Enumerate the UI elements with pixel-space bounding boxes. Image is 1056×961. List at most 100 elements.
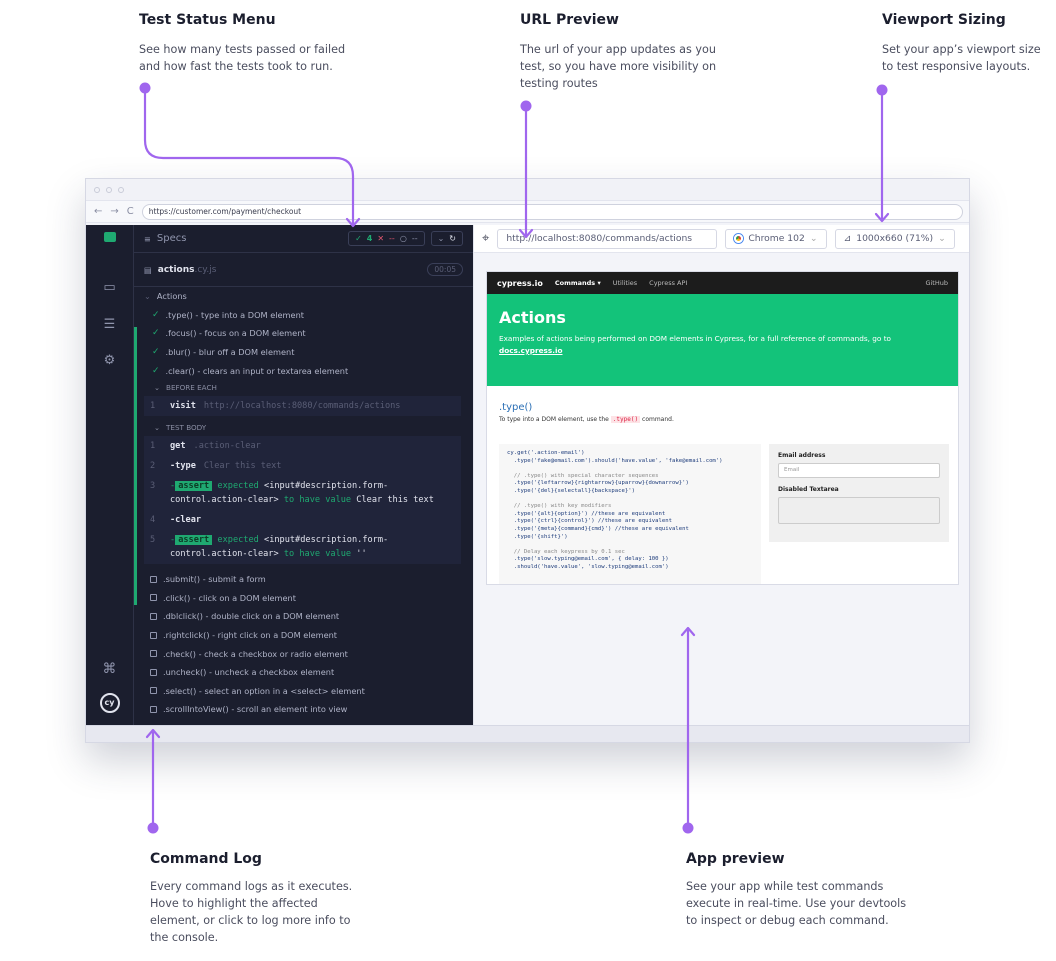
pending-square-icon	[150, 668, 157, 676]
pending-test-row[interactable]: .dblclick() - double click on a DOM elem…	[134, 607, 473, 626]
pending-test-row[interactable]: .check() - check a checkbox or radio ele…	[134, 644, 473, 663]
runner-controls: ⌄ ↻	[430, 231, 463, 246]
settings-icon[interactable]: ⚙	[86, 353, 133, 368]
chevron-down-icon[interactable]: ⌄	[438, 234, 445, 243]
status-menu-title: Test Status Menu	[139, 12, 276, 28]
nav-commands[interactable]: Commands ▾	[555, 279, 601, 287]
app-brand[interactable]: cypress.io	[497, 279, 543, 288]
rerun-icon[interactable]: ↻	[449, 234, 456, 243]
passed-check-icon: ✓	[355, 234, 362, 243]
pending-test-row[interactable]: .rightclick() - right click on a DOM ele…	[134, 626, 473, 645]
url-preview-title: URL Preview	[520, 12, 619, 28]
type-section: .type() To type into a DOM element, use …	[487, 386, 958, 423]
check-icon: ✓	[152, 365, 160, 376]
command-assert-1[interactable]: 3 - assert expected <input#description.fo…	[144, 475, 461, 510]
email-label: Email address	[778, 452, 826, 459]
command-get[interactable]: 1 get .action-clear	[144, 435, 461, 456]
assert-text-d: to have value	[283, 494, 352, 505]
test-body-header[interactable]: ⌄ TEST BODY	[134, 420, 473, 436]
code-line: .type('{meta}{command}{cmd}') //these ar…	[507, 525, 689, 532]
shortcuts-icon[interactable]: ⌘	[86, 661, 133, 677]
email-input[interactable]: Email	[778, 463, 940, 478]
spec-name[interactable]: actions.cy.js	[158, 265, 217, 275]
cypress-logo-icon[interactable]	[86, 231, 133, 246]
pending-test-row[interactable]: .scrollIntoView() - scroll an element in…	[134, 700, 473, 719]
nav-utilities[interactable]: Utilities	[613, 279, 637, 287]
nav-cypress-api[interactable]: Cypress API	[649, 279, 687, 287]
pending-test-row[interactable]: .click() - click on a DOM element	[134, 589, 473, 608]
pending-test-row[interactable]: .uncheck() - uncheck a checkbox element	[134, 663, 473, 682]
command-visit[interactable]: 1 visit http://localhost:8080/commands/act…	[144, 395, 461, 416]
back-arrow-icon[interactable]: ←	[94, 206, 102, 217]
app-preview-pane: ⌖ http://localhost:8080/commands/actions…	[473, 225, 969, 725]
app-iframe[interactable]: cypress.io Commands ▾ Utilities Cypress …	[486, 271, 959, 585]
assert-text-a: expected	[217, 480, 259, 491]
viewport-selector[interactable]: ⊿ 1000x660 (71%) ⌄	[834, 228, 955, 249]
nav-github[interactable]: GitHub	[925, 279, 948, 287]
command-log-desc-2: Hove to highlight the affected	[150, 897, 318, 910]
url-preview-desc-2: test, so you have more visibility on	[520, 60, 717, 73]
test-title: .blur() - blur off a DOM element	[165, 347, 295, 358]
passed-test-row[interactable]: ✓ .blur() - blur off a DOM element	[134, 343, 473, 362]
section-desc: To type into a DOM element, use the .typ…	[499, 416, 946, 423]
chevron-down-icon: ⌄	[809, 233, 818, 244]
passed-test-row[interactable]: ✓ .focus() - focus on a DOM element	[134, 324, 473, 343]
code-sample: cy.get('.action-email') .type('fake@emai…	[499, 444, 761, 584]
test-title: .scrollIntoView() - scroll an element in…	[163, 704, 348, 715]
status-dot	[139, 82, 151, 94]
code-line: .type('fake@email.com').should('have.val…	[507, 457, 723, 464]
cy-logo-icon[interactable]: cy	[86, 693, 133, 713]
command-type[interactable]: 2 -type Clear this text	[144, 455, 461, 476]
check-icon: ✓	[152, 309, 160, 320]
test-title: .dblclick() - double click on a DOM elem…	[163, 611, 340, 622]
section-title: .type()	[499, 402, 533, 413]
browser-selector[interactable]: Chrome 102 ⌄	[725, 228, 827, 249]
forward-arrow-icon[interactable]: →	[110, 206, 118, 217]
runner-header: ≡ Specs ✓ 4 ✕ -- ○ -- ⌄ ↻	[134, 225, 473, 253]
runs-icon[interactable]: ☰	[86, 317, 133, 332]
suite-row[interactable]: ⌄ Actions	[134, 287, 473, 306]
pending-test-row[interactable]: .select() - select an option in a <selec…	[134, 682, 473, 701]
before-each-header[interactable]: ⌄ BEFORE EACH	[134, 380, 473, 396]
reload-icon[interactable]: C	[127, 206, 134, 217]
selector-playground-icon[interactable]: ⌖	[482, 231, 489, 246]
command-clear[interactable]: 4 -clear	[144, 509, 461, 530]
pending-test-row[interactable]: .submit() - submit a form	[134, 570, 473, 589]
close-dot-icon[interactable]	[94, 186, 100, 193]
pending-tests: .submit() - submit a form .click() - clic…	[134, 570, 473, 719]
passed-test-row[interactable]: ✓ .type() - type into a DOM element	[134, 306, 473, 325]
spec-duration: 00:05	[427, 263, 463, 276]
specs-label[interactable]: Specs	[157, 233, 342, 244]
command-assert-2[interactable]: 5 - assert expected <input#description.fo…	[144, 529, 461, 564]
zoom-dot-icon[interactable]	[118, 186, 124, 193]
viewport-desc-1: Set your app’s viewport size	[882, 43, 1041, 56]
hero-link[interactable]: docs.cypress.io	[499, 346, 563, 355]
pending-count: --	[411, 234, 418, 243]
browser-url-field[interactable]: https://customer.com/payment/checkout	[141, 203, 963, 220]
chevron-down-icon: ⌄	[154, 383, 161, 393]
assert-chip: assert	[175, 534, 213, 545]
app-preview-desc-3: to inspect or debug each command.	[686, 914, 889, 927]
command-log-desc-3: element, or click to log more info to	[150, 914, 351, 927]
test-body-label: TEST BODY	[166, 423, 207, 433]
command-log-title: Command Log	[150, 851, 262, 867]
url-dot	[520, 100, 532, 112]
viewport-icon: ⊿	[843, 233, 852, 244]
assert-text-e: ''	[356, 548, 367, 559]
section-code: .type()	[610, 416, 641, 423]
passed-test-row[interactable]: ✓ .clear() - clears an input or textarea …	[134, 361, 473, 380]
test-status-menu[interactable]: ✓ 4 ✕ -- ○ --	[348, 231, 425, 246]
test-title: .select() - select an option in a <selec…	[163, 685, 365, 696]
code-line: .type('{ctrl}{control}') //these are equ…	[507, 518, 673, 525]
preview-url[interactable]: http://localhost:8080/commands/actions	[497, 228, 718, 249]
specs-icon[interactable]: ▭	[86, 280, 133, 295]
code-line: // .type() with special character sequen…	[507, 472, 659, 479]
minimize-dot-icon[interactable]	[106, 186, 112, 193]
preview-toolbar: ⌖ http://localhost:8080/commands/actions…	[474, 225, 969, 253]
log-dot	[147, 822, 159, 834]
app-hero: Actions Examples of actions being perfor…	[487, 294, 958, 386]
code-line: cy.get('.action-email')	[507, 450, 585, 456]
pending-square-icon	[150, 631, 157, 639]
pending-square-icon	[150, 575, 157, 583]
code-line: .should('have.value', 'slow.typing@email…	[507, 563, 669, 570]
